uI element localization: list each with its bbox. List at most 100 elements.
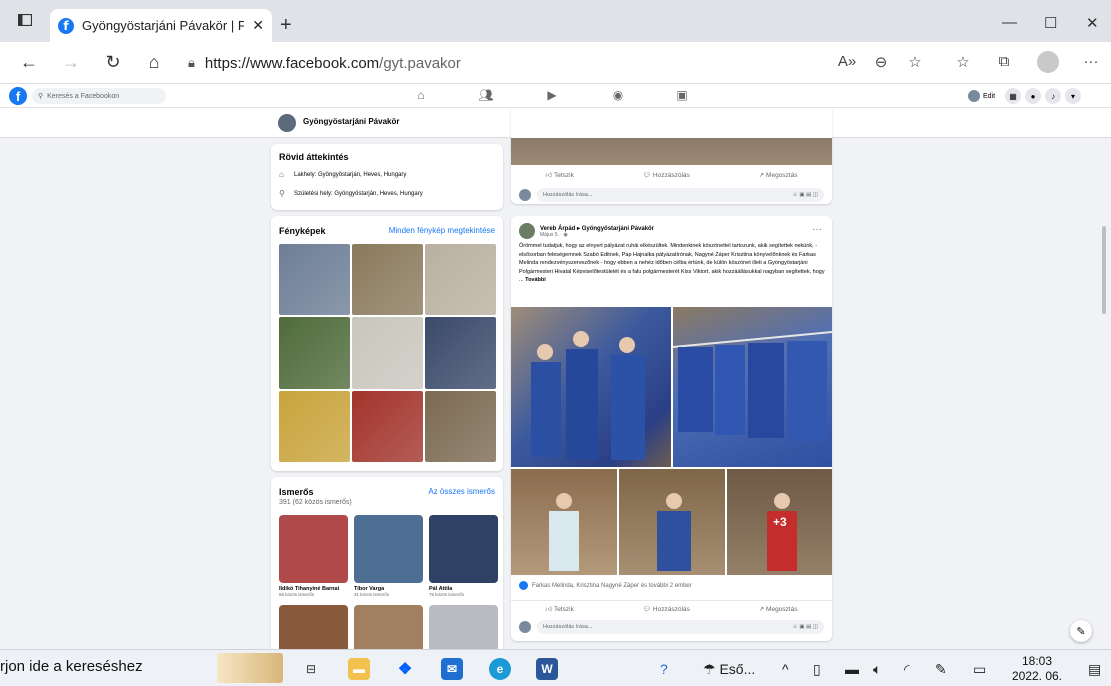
menu-grid-icon[interactable]: ▦ <box>1005 88 1022 104</box>
wifi-icon[interactable]: ◜ <box>904 661 909 678</box>
photo-thumbnail[interactable] <box>352 244 423 316</box>
friend-item[interactable]: Tibor Varga 31 közös ismerős <box>354 515 423 597</box>
home-icon[interactable]: ⌂ <box>143 52 165 73</box>
pen-icon[interactable]: ✎ <box>935 661 947 678</box>
friend-item[interactable] <box>279 605 348 649</box>
back-icon[interactable]: ← <box>18 52 40 73</box>
file-explorer-icon[interactable]: ▬ <box>348 658 370 680</box>
collections-icon[interactable]: ⧉ <box>993 53 1015 70</box>
task-view-icon[interactable]: ⊟ <box>300 658 322 680</box>
friend-photo[interactable] <box>279 515 348 583</box>
new-tab-icon[interactable]: + <box>280 14 292 37</box>
account-menu-icon[interactable]: ▾ <box>1065 88 1082 104</box>
facebook-logo-icon[interactable]: f <box>9 87 27 105</box>
friend-item[interactable] <box>354 605 423 649</box>
more-photos-count[interactable]: +3 <box>773 515 787 529</box>
favorite-add-icon[interactable]: ☆ <box>904 53 926 71</box>
post-photo-4[interactable] <box>619 469 725 575</box>
photo-thumbnail[interactable] <box>352 317 423 389</box>
weather-widget[interactable]: ☂ Eső... <box>703 661 755 678</box>
tab-actions-icon[interactable] <box>14 10 36 30</box>
photo-thumbnail[interactable] <box>279 390 350 462</box>
battery-icon[interactable]: ▬ <box>845 661 859 677</box>
photo-thumbnail[interactable] <box>352 390 423 462</box>
photos-see-all-link[interactable]: Minden fénykép megtekintése <box>389 226 495 235</box>
volume-icon[interactable]: 🔈︎ <box>873 661 881 678</box>
user-profile-chip[interactable]: Edit <box>968 90 995 102</box>
post-date[interactable]: Május 5. · ◉ <box>540 232 654 238</box>
minimize-icon[interactable]: — <box>1002 14 1017 31</box>
nav-watch-icon[interactable]: ▶ <box>542 88 562 102</box>
close-tab-icon[interactable]: ✕ <box>252 17 264 34</box>
comment-input[interactable]: Hozzászólás írása... ☺ ▣ ▤ ◫ <box>537 620 824 634</box>
url-input[interactable]: 🔒︎ https://www.facebook.com/gyt.pavakor <box>188 49 938 77</box>
browser-tab[interactable]: f Gyöngyöstarjáni Pávakör | Faceb ✕ <box>50 9 272 42</box>
share-button[interactable]: ↗ Megosztás <box>759 171 798 179</box>
friend-photo[interactable] <box>354 515 423 583</box>
notifications-icon[interactable]: ♪ <box>1045 88 1062 104</box>
comment-input[interactable]: Hozzászólás írása... ☺ ▣ ▤ ◫ <box>537 188 824 202</box>
post-author[interactable]: Vereb Árpád ▸ Gyöngyöstarjáni Pávakör <box>540 225 654 232</box>
photo-thumbnail[interactable] <box>425 390 496 462</box>
page-avatar[interactable] <box>278 114 296 132</box>
share-button[interactable]: ↗ Megosztás <box>759 605 798 613</box>
page-name[interactable]: Gyöngyöstarjáni Pávakör <box>303 117 399 126</box>
like-button[interactable]: 👍︎ Tetszik <box>546 171 574 179</box>
photo-thumbnail[interactable] <box>279 244 350 316</box>
friend-item[interactable]: Pál Attila 75 közös ismerős <box>429 515 498 597</box>
close-window-icon[interactable]: ✕ <box>1086 14 1099 32</box>
photo-thumbnail[interactable] <box>425 244 496 316</box>
tray-device-icon[interactable]: ▯ <box>813 661 821 678</box>
comment-emoji-icons[interactable]: ☺ ▣ ▤ ◫ <box>792 192 818 198</box>
maximize-icon[interactable]: ☐ <box>1044 14 1057 32</box>
refresh-icon[interactable]: ↻ <box>102 52 124 73</box>
notifications-center-icon[interactable]: ▤ <box>1088 661 1101 678</box>
taskbar-clock[interactable]: 18:03 2022. 06. 13. <box>1007 654 1067 686</box>
dropbox-icon[interactable]: ❖ <box>394 658 416 680</box>
friend-photo[interactable] <box>429 605 498 649</box>
post-previous-image[interactable] <box>511 138 832 165</box>
nav-friends-icon[interactable]: 👥︎ <box>476 88 496 102</box>
post-photo-3[interactable] <box>511 469 617 575</box>
photo-thumbnail[interactable] <box>425 317 496 389</box>
read-aloud-icon[interactable]: A» <box>836 53 858 70</box>
friends-see-all-link[interactable]: Az összes ismerős <box>428 487 495 496</box>
like-button[interactable]: 👍︎ Tetszik <box>546 605 574 613</box>
page-scrollbar[interactable] <box>1102 226 1106 314</box>
mail-icon[interactable]: ✉ <box>441 658 463 680</box>
comment-button[interactable]: 💬︎ Hozzászólás <box>643 171 690 179</box>
search-highlight-image[interactable] <box>217 653 283 683</box>
friend-photo[interactable] <box>354 605 423 649</box>
tray-expand-icon[interactable]: ^ <box>782 661 789 677</box>
comment-emoji-icons[interactable]: ☺ ▣ ▤ ◫ <box>792 624 818 630</box>
forward-icon[interactable]: → <box>60 52 82 73</box>
nav-gaming-icon[interactable]: ▣ <box>672 88 692 102</box>
word-icon[interactable]: W <box>536 658 558 680</box>
friend-item[interactable] <box>429 605 498 649</box>
see-more-link[interactable]: További <box>525 277 546 283</box>
friend-photo[interactable] <box>429 515 498 583</box>
post-more-icon[interactable]: ··· <box>812 224 822 235</box>
help-icon[interactable]: ? <box>660 661 668 677</box>
profile-icon[interactable] <box>1037 51 1059 73</box>
post-author-avatar[interactable] <box>519 223 535 239</box>
friend-item[interactable]: Ildikó Tihanyiné Barnai 66 közös ismerős <box>279 515 348 597</box>
post-photo-2[interactable] <box>673 307 832 467</box>
edge-icon[interactable]: e <box>489 658 511 680</box>
nav-groups-icon[interactable]: ◉ <box>608 88 628 102</box>
more-menu-icon[interactable]: ··· <box>1080 53 1102 70</box>
zoom-icon[interactable]: ⊖ <box>870 53 892 71</box>
favorites-icon[interactable]: ☆ <box>952 53 974 71</box>
post-photo-1[interactable] <box>511 307 671 467</box>
nav-home-icon[interactable]: ⌂ <box>411 88 431 102</box>
post-photo-5[interactable]: +3 <box>727 469 832 575</box>
facebook-search-input[interactable]: ⚲ Keresés a Facebookon <box>32 88 166 104</box>
comment-button[interactable]: 💬︎ Hozzászólás <box>643 605 690 613</box>
photo-thumbnail[interactable] <box>279 317 350 389</box>
messenger-icon[interactable]: ● <box>1025 88 1042 104</box>
friend-photo[interactable] <box>279 605 348 649</box>
taskbar-search[interactable]: rjon ide a kereséshez <box>0 658 143 675</box>
post-reactions[interactable]: Farkas Melinda, Krisztina Nagyné Záper é… <box>519 581 692 590</box>
keyboard-icon[interactable]: ▭ <box>973 661 986 678</box>
new-message-icon[interactable]: ✎ <box>1070 620 1092 642</box>
